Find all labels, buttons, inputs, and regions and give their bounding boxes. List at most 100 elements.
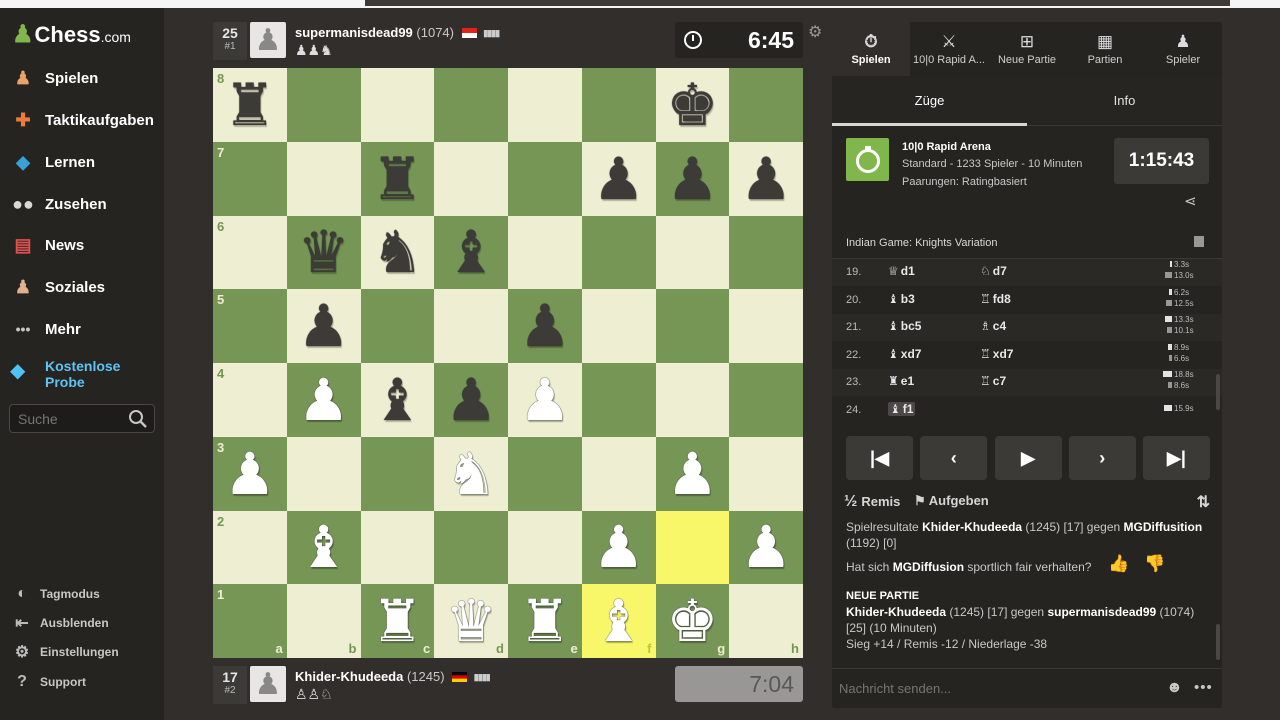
tab-games[interactable]: ▦ Partien bbox=[1066, 22, 1144, 76]
square-e7[interactable] bbox=[508, 141, 582, 216]
nav-play[interactable]: ♟ Spielen bbox=[10, 63, 98, 93]
new-game-player2[interactable]: supermanisdead99 bbox=[1047, 605, 1156, 619]
black-rook-piece[interactable]: ♜ bbox=[371, 150, 423, 208]
subtab-moves[interactable]: Züge bbox=[832, 76, 1027, 126]
search-box[interactable] bbox=[9, 404, 155, 433]
flip-board-icon[interactable]: ⇅ bbox=[1197, 492, 1210, 512]
black-move[interactable]: ♖ xd7 bbox=[980, 347, 1013, 361]
square-h3[interactable] bbox=[729, 436, 803, 511]
square-h6[interactable] bbox=[729, 215, 803, 290]
chat-scrollbar[interactable] bbox=[1216, 624, 1220, 660]
play-button[interactable]: ▶ bbox=[994, 436, 1062, 480]
square-b1[interactable]: b bbox=[286, 584, 361, 658]
square-b3[interactable] bbox=[286, 436, 361, 511]
move-list-scrollbar[interactable] bbox=[1216, 374, 1220, 410]
bottom-player-name[interactable]: Khider-Khudeeda bbox=[295, 669, 403, 684]
square-h4[interactable] bbox=[729, 363, 803, 437]
square-f5[interactable] bbox=[581, 289, 656, 363]
thumbs-down-icon[interactable]: 👎 bbox=[1144, 555, 1165, 572]
black-move[interactable]: ♗ c4 bbox=[980, 319, 1006, 333]
nav-learn[interactable]: ◆ Lernen bbox=[10, 147, 95, 177]
square-g8[interactable]: ♚ bbox=[655, 68, 730, 142]
subtab-info[interactable]: Info bbox=[1027, 76, 1222, 125]
square-e4[interactable]: ♟ bbox=[508, 363, 582, 437]
top-player-name[interactable]: supermanisdead99 bbox=[295, 25, 413, 40]
first-move-button[interactable]: |◀ bbox=[846, 436, 913, 480]
square-b8[interactable] bbox=[286, 68, 361, 142]
square-a1[interactable]: 1a bbox=[213, 584, 287, 658]
square-a6[interactable]: 6 bbox=[213, 215, 287, 290]
square-f1[interactable]: f ♝ bbox=[581, 584, 656, 658]
tab-new-game[interactable]: ⊞ Neue Partie bbox=[988, 22, 1066, 76]
top-player-avatar[interactable]: ♟ bbox=[250, 22, 286, 58]
square-b2[interactable]: ♝ bbox=[286, 510, 361, 585]
emoji-icon[interactable]: ☻ bbox=[1166, 679, 1183, 697]
black-pawn-piece[interactable]: ♟ bbox=[298, 297, 350, 355]
square-f4[interactable] bbox=[581, 363, 656, 437]
black-bishop-piece[interactable]: ♝ bbox=[371, 371, 423, 429]
white-move[interactable]: ♝ b3 bbox=[888, 292, 915, 306]
square-g4[interactable] bbox=[655, 363, 730, 437]
square-b6[interactable]: ♛ bbox=[286, 215, 361, 290]
black-pawn-piece[interactable]: ♟ bbox=[593, 150, 645, 208]
white-move[interactable]: ♜ e1 bbox=[888, 374, 914, 388]
white-king-piece[interactable]: ♚ bbox=[666, 592, 718, 650]
search-input[interactable] bbox=[18, 411, 128, 427]
square-e2[interactable] bbox=[508, 510, 582, 585]
square-c2[interactable] bbox=[360, 510, 435, 585]
square-b4[interactable]: ♟ bbox=[286, 363, 361, 437]
black-rook-piece[interactable]: ♜ bbox=[224, 76, 276, 134]
message-input[interactable] bbox=[839, 681, 1139, 696]
square-f2[interactable]: ♟ bbox=[581, 510, 656, 585]
resign-button[interactable]: ⚑ Aufgeben bbox=[914, 493, 989, 509]
white-pawn-piece[interactable]: ♟ bbox=[519, 371, 571, 429]
black-bishop-piece[interactable]: ♝ bbox=[445, 223, 497, 281]
square-c8[interactable] bbox=[360, 68, 435, 142]
square-d3[interactable]: ♞ bbox=[434, 436, 508, 511]
white-move[interactable]: ♝ f1 bbox=[888, 401, 916, 416]
search-icon[interactable] bbox=[128, 409, 148, 429]
white-bishop-piece[interactable]: ♝ bbox=[593, 592, 645, 650]
square-d2[interactable] bbox=[434, 510, 508, 585]
previous-move-button[interactable]: ‹ bbox=[920, 436, 988, 480]
nav-watch[interactable]: ●● Zusehen bbox=[10, 189, 107, 219]
last-move-button[interactable]: ▶| bbox=[1143, 436, 1210, 480]
result-player1[interactable]: Khider-Khudeeda bbox=[922, 520, 1022, 534]
settings-link[interactable]: ⚙ Einstellungen bbox=[12, 642, 119, 662]
white-move[interactable]: ♝ xd7 bbox=[888, 347, 921, 361]
square-f6[interactable] bbox=[581, 215, 656, 290]
square-f8[interactable] bbox=[581, 68, 656, 142]
black-move[interactable]: ♖ fd8 bbox=[980, 292, 1011, 306]
square-a2[interactable]: 2 bbox=[213, 510, 287, 585]
black-pawn-piece[interactable]: ♟ bbox=[519, 297, 571, 355]
white-queen-piece[interactable]: ♛ bbox=[445, 592, 497, 650]
square-d7[interactable] bbox=[434, 141, 508, 216]
support-link[interactable]: ? Support bbox=[12, 672, 86, 692]
square-e1[interactable]: e ♜ bbox=[508, 584, 582, 658]
tab-players[interactable]: ♟ Spieler bbox=[1144, 22, 1222, 76]
square-c3[interactable] bbox=[360, 436, 435, 511]
white-move[interactable]: ♕ d1 bbox=[888, 264, 915, 278]
square-d8[interactable] bbox=[434, 68, 508, 142]
black-queen-piece[interactable]: ♛ bbox=[298, 223, 350, 281]
black-move[interactable]: ♘ d7 bbox=[980, 264, 1007, 278]
square-h8[interactable] bbox=[729, 68, 803, 142]
white-bishop-piece[interactable]: ♝ bbox=[298, 518, 350, 576]
square-a7[interactable]: 7 bbox=[213, 141, 287, 216]
square-c1[interactable]: c ♜ bbox=[360, 584, 435, 658]
black-move[interactable]: ♖ c7 bbox=[980, 374, 1006, 388]
square-d4[interactable]: ♟ bbox=[434, 363, 508, 437]
square-c6[interactable]: ♞ bbox=[360, 215, 435, 290]
new-game-player1[interactable]: Khider-Khudeeda bbox=[846, 605, 946, 619]
square-b7[interactable] bbox=[286, 141, 361, 216]
black-knight-piece[interactable]: ♞ bbox=[371, 223, 423, 281]
black-king-piece[interactable]: ♚ bbox=[666, 76, 718, 134]
square-d6[interactable]: ♝ bbox=[434, 215, 508, 290]
tab-play[interactable]: ⏱ Spielen bbox=[832, 22, 910, 76]
draw-button[interactable]: ½ Remis bbox=[844, 493, 900, 511]
arena-title[interactable]: 10|0 Rapid Arena bbox=[902, 141, 991, 153]
square-a3[interactable]: 3 ♟ bbox=[213, 436, 287, 511]
black-pawn-piece[interactable]: ♟ bbox=[666, 150, 718, 208]
white-move[interactable]: ♝ bc5 bbox=[888, 319, 921, 333]
square-h5[interactable] bbox=[729, 289, 803, 363]
